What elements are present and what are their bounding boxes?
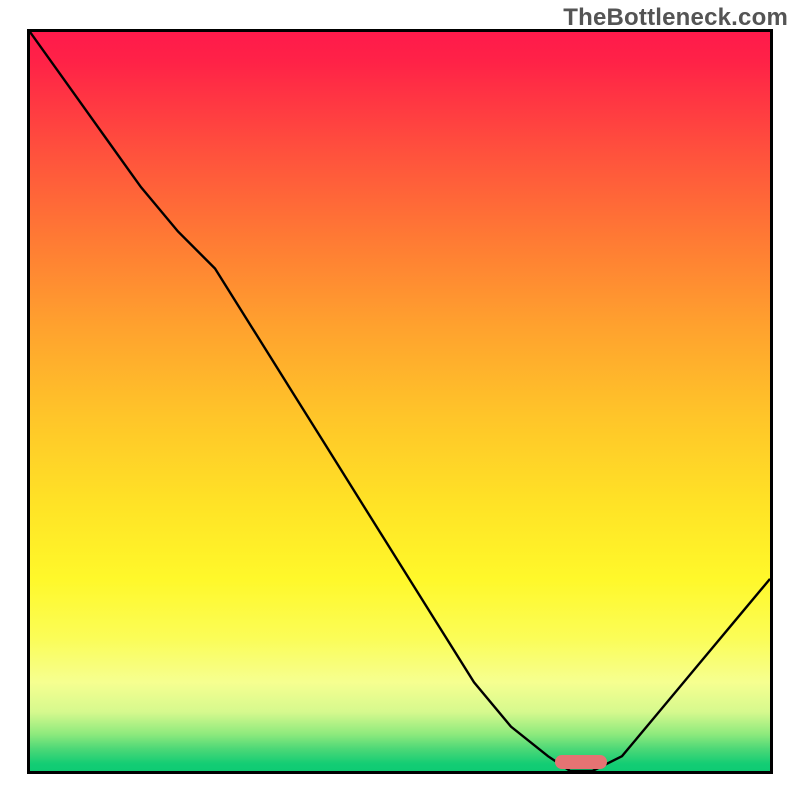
plot-area <box>27 29 773 774</box>
chart-container: TheBottleneck.com <box>0 0 800 800</box>
watermark-text: TheBottleneck.com <box>563 4 788 32</box>
optimal-marker <box>555 755 607 769</box>
bottleneck-curve <box>30 32 770 771</box>
